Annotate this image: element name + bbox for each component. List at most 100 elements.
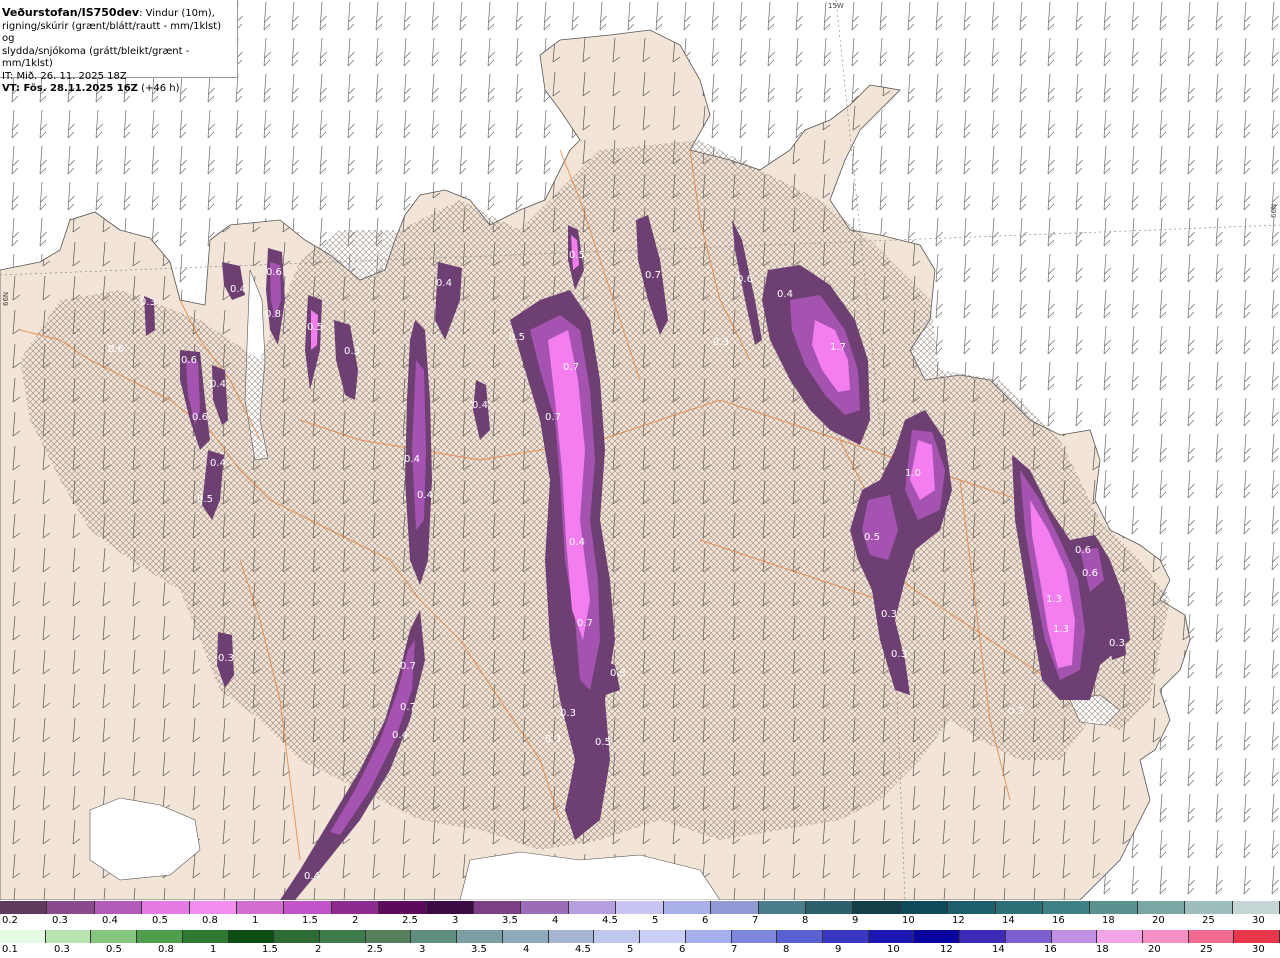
precip-value-label: 0.4 [569, 537, 585, 548]
info-box: Veðurstofan/IS750dev: Vindur (10m), rign… [0, 0, 238, 94]
legend-swatch [568, 901, 617, 914]
legend-label: 1 [210, 944, 217, 955]
precip-value-label: 1.0 [905, 468, 921, 479]
precip-value-label: 1.7 [830, 342, 846, 353]
legend-label: 18 [1102, 915, 1115, 926]
legend-swatch [411, 930, 458, 943]
legend-swatch [868, 930, 915, 943]
legend-swatch [142, 901, 190, 914]
info-init-time: IT: Mið. 26. 11. 2025 18Z [2, 70, 127, 82]
info-valid-time: VT: Fös. 28.11.2025 16Z [2, 83, 138, 94]
precip-value-label: 0.5 [864, 532, 880, 543]
legend-label: 20 [1148, 944, 1161, 955]
weather-map: 0.5 0.4 0.3 0.4 0.6 0.8 0.5 0.6 0.4 0.6 0.6 0.4 0.5 0… [0, 0, 1280, 900]
legend-label: 0.8 [202, 915, 218, 926]
legend-swatch [914, 930, 961, 943]
legend-swatch [457, 930, 503, 943]
legend-label: 9 [835, 944, 842, 955]
legend-swatch [685, 930, 732, 943]
legend-snow: 0.2 0.3 0.4 0.5 0.8 1 1.5 2 2.5 3 3.5 4 4.5 5 6 7 8 9 10 12… [0, 900, 1280, 928]
legend-swatch [758, 901, 806, 914]
legend-swatch [1097, 930, 1143, 943]
legend-label: 2 [352, 915, 359, 926]
legend-swatch [331, 901, 380, 914]
info-title-suffix: : Vindur (10m), [139, 8, 215, 19]
legend-swatch [853, 901, 901, 914]
precip-value-label: 0.4 [472, 400, 488, 411]
precip-value-label: 0.3 [218, 653, 234, 664]
legend-rain-labels: 0.1 0.3 0.5 0.8 1 1.5 2 2.5 3 3.5 4 4.5 5 6 7 8 9 10 12 14 1… [0, 944, 1280, 957]
info-title: Veðurstofan/IS750dev [2, 6, 140, 19]
legend-swatch [960, 930, 1006, 943]
legend-swatch [365, 930, 412, 943]
legend-label: 3.5 [471, 944, 487, 955]
precip-value-label: 0.6 [1082, 568, 1098, 579]
legend-swatch [91, 930, 138, 943]
info-line2: rigning/skúrir (grænt/blátt/rautt - mm/1… [2, 20, 222, 45]
precip-value-label: 0.3 [881, 609, 897, 620]
legend-swatch [94, 901, 143, 914]
precip-value-label: 0.5 [509, 332, 525, 343]
legend-label: 8 [783, 944, 790, 955]
legend-swatch [47, 901, 95, 914]
precip-value-label: 0.5 [595, 737, 611, 748]
precip-value-label: 1.3 [1046, 594, 1062, 605]
legend-swatch [822, 930, 869, 943]
legend-label: 0.2 [2, 915, 18, 926]
legend-label: 4.5 [575, 944, 591, 955]
legend-swatch [1042, 901, 1091, 914]
legend-label: 14 [992, 944, 1005, 955]
legend-swatch [228, 930, 275, 943]
legend-label: 1.5 [262, 944, 278, 955]
legend-swatch [521, 901, 569, 914]
grid-label-lat-left: 66N [2, 291, 10, 306]
legend-swatch [1090, 901, 1138, 914]
precip-value-label: 0.7 [545, 412, 561, 423]
legend-swatch [1137, 901, 1186, 914]
legend-swatch [731, 930, 778, 943]
precip-value-label: 0.3 [1109, 638, 1125, 649]
legend-swatch [274, 930, 321, 943]
legend-swatch [1005, 930, 1052, 943]
legend-label: 7 [752, 915, 759, 926]
legend-swatch [45, 930, 92, 943]
precip-value-label: 0.4 [210, 379, 226, 390]
info-title-line: Veðurstofan/IS750dev: Vindur (10m), [2, 6, 235, 21]
legend-label: 0.1 [2, 944, 18, 955]
precip-value-label: 1.3 [1053, 624, 1069, 635]
legend-label: 25 [1200, 944, 1213, 955]
legend-label: 2.5 [367, 944, 383, 955]
legend-swatch [189, 901, 238, 914]
precip-value-label: 0.7 [645, 270, 661, 281]
legend-label: 25 [1202, 915, 1215, 926]
precip-value-label: 0.7 [577, 618, 593, 629]
precip-value-label: 0.4 [392, 730, 408, 741]
legend-swatch [379, 901, 427, 914]
legend-label: 0.8 [158, 944, 174, 955]
info-valid-line: VT: Fös. 28.11.2025 16Z (+46 h) [2, 83, 235, 96]
legend-label: 7 [731, 944, 738, 955]
legend-label: 8 [802, 915, 809, 926]
legend-snow-swatches [0, 901, 1280, 914]
precip-value-label: 0.5 [197, 494, 213, 505]
precip-value-label: 0.3 [140, 297, 156, 308]
precip-value-label: 0.3 [713, 337, 729, 348]
precip-value-label: 0.3 [610, 668, 626, 679]
precip-value-label: 0.6 [737, 274, 753, 285]
legend-swatch [1188, 930, 1235, 943]
precip-value-label: 0.4 [777, 289, 793, 300]
precip-value-label: 0.6 [192, 412, 208, 423]
legend-label: 2 [315, 944, 322, 955]
legend-label: 14 [1002, 915, 1015, 926]
precip-value-label: 0.3 [560, 708, 576, 719]
precip-value-label: 0.6 [1075, 545, 1091, 556]
legend-swatch [995, 901, 1043, 914]
legend-label: 0.3 [52, 915, 68, 926]
legend-label: 0.3 [54, 944, 70, 955]
legend-label: 3 [419, 944, 426, 955]
info-line3: slydda/snjókoma (grátt/bleikt/grænt - mm… [2, 45, 190, 70]
legend-swatch [1185, 901, 1233, 914]
legend-swatch [594, 930, 641, 943]
legend-swatch [1142, 930, 1189, 943]
precip-value-label: 0.5 [569, 250, 585, 261]
